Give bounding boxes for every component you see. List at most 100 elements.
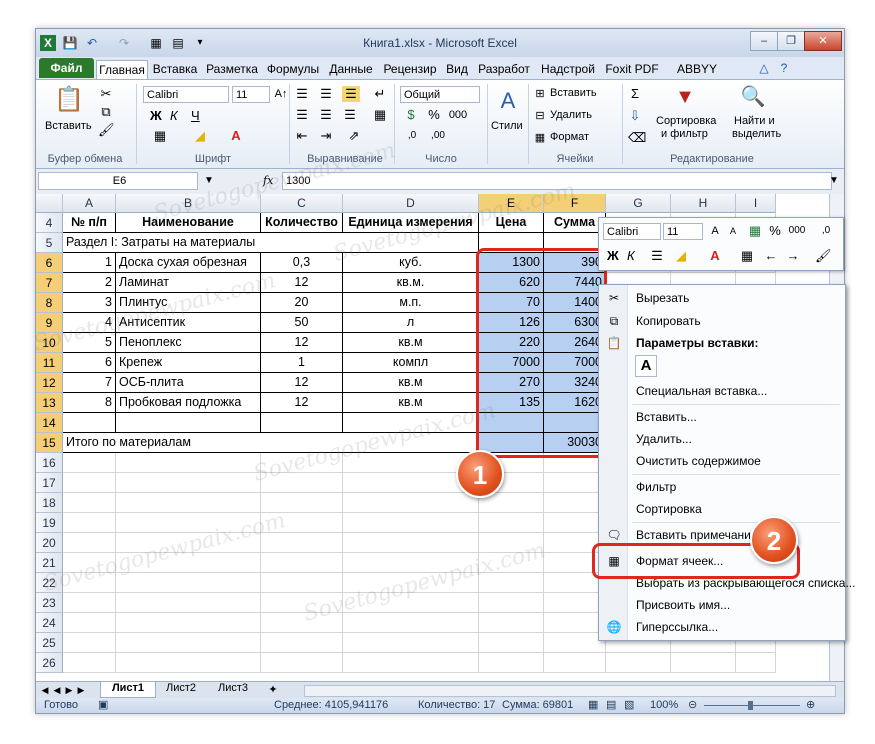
cell-d9[interactable]: л	[343, 313, 479, 333]
cell-b25[interactable]	[116, 633, 261, 653]
orientation-icon[interactable]: ⇗	[346, 128, 362, 144]
cell-a9[interactable]: 4	[63, 313, 116, 333]
row-header[interactable]: 15	[36, 433, 63, 453]
mini-fill-color-icon[interactable]: ◢	[673, 248, 689, 264]
cell-e25[interactable]	[479, 633, 544, 653]
cell-c11[interactable]: 1	[261, 353, 343, 373]
column-header-g[interactable]: G	[606, 194, 671, 213]
tab-insert[interactable]: Вставка	[149, 60, 201, 78]
zoom-out-icon[interactable]: ⊝	[688, 698, 697, 713]
row-header[interactable]: 4	[36, 213, 63, 233]
mini-font-name[interactable]: Calibri	[603, 223, 661, 240]
insert-function-button[interactable]: fx	[263, 174, 273, 187]
delete-cells-button[interactable]: Удалить	[550, 109, 592, 121]
cell-d22[interactable]	[343, 573, 479, 593]
cell-a21[interactable]	[63, 553, 116, 573]
cell-d19[interactable]	[343, 513, 479, 533]
cell-e22[interactable]	[479, 573, 544, 593]
cell-b12[interactable]: ОСБ-плита	[116, 373, 261, 393]
mini-percent-icon[interactable]: %	[767, 223, 783, 239]
cell-a18[interactable]	[63, 493, 116, 513]
autosum-icon[interactable]: Σ	[628, 86, 642, 102]
cell-a7[interactable]: 2	[63, 273, 116, 293]
last-sheet-icon[interactable]: ▶	[76, 682, 86, 698]
row-header[interactable]: 18	[36, 493, 63, 513]
column-header-f[interactable]: F	[544, 194, 606, 213]
column-header-b[interactable]: B	[116, 194, 261, 213]
cell-a15[interactable]: Итого по материалам	[63, 433, 479, 453]
align-right-icon[interactable]: ☰	[342, 107, 358, 123]
insert-cells-button[interactable]: Вставить	[550, 87, 597, 99]
name-box-dropdown-icon[interactable]: ▼	[199, 173, 219, 189]
align-left-icon[interactable]: ☰	[294, 107, 310, 123]
mini-grow-font-icon[interactable]: A	[707, 223, 723, 239]
delete-cells-icon[interactable]: ⊟	[533, 108, 547, 124]
cell-b24[interactable]	[116, 613, 261, 633]
mini-center-icon[interactable]: ☰	[649, 248, 665, 264]
cell-h26[interactable]	[671, 653, 736, 673]
menu-item-cut[interactable]: Вырезать	[636, 290, 689, 306]
row-header[interactable]: 22	[36, 573, 63, 593]
increase-decimal-icon[interactable]: ,0	[402, 128, 422, 144]
cell-c14[interactable]	[261, 413, 343, 433]
find-select-icon[interactable]: 🔍	[740, 84, 766, 110]
decrease-indent-icon[interactable]: ⇤	[294, 128, 310, 144]
cell-c10[interactable]: 12	[261, 333, 343, 353]
tab-view[interactable]: Вид	[443, 60, 471, 78]
row-header[interactable]: 20	[36, 533, 63, 553]
help-icon[interactable]: ?	[776, 60, 792, 76]
cell-a6[interactable]: 1	[63, 253, 116, 273]
cell-b21[interactable]	[116, 553, 261, 573]
mini-comma-icon[interactable]: 000	[785, 223, 809, 239]
align-middle-icon[interactable]: ☰	[318, 86, 334, 102]
cell-b20[interactable]	[116, 533, 261, 553]
tab-formulas[interactable]: Формулы	[263, 60, 323, 78]
cell-a8[interactable]: 3	[63, 293, 116, 313]
cell-d26[interactable]	[343, 653, 479, 673]
prev-sheet-icon[interactable]: ◀	[52, 682, 62, 698]
normal-view-icon[interactable]: ▦	[588, 698, 598, 713]
cell-a4[interactable]: № п/п	[63, 213, 116, 233]
row-header[interactable]: 12	[36, 373, 63, 393]
styles-icon[interactable]: A	[495, 88, 521, 114]
name-box[interactable]: E6	[38, 172, 198, 190]
cell-a11[interactable]: 6	[63, 353, 116, 373]
bold-button[interactable]: Ж	[150, 108, 162, 123]
column-header-i[interactable]: I	[736, 194, 776, 213]
tab-home[interactable]: Главная	[96, 60, 148, 79]
cell-d4[interactable]: Единица измерения	[343, 213, 479, 233]
mini-font-color-icon[interactable]: A	[707, 248, 723, 264]
sort-filter-label-2[interactable]: и фильтр	[661, 128, 708, 140]
row-header[interactable]: 5	[36, 233, 63, 253]
align-top-icon[interactable]: ☰	[294, 86, 310, 102]
select-all-corner[interactable]	[36, 194, 63, 213]
cell-c6[interactable]: 0,3	[261, 253, 343, 273]
row-header[interactable]: 19	[36, 513, 63, 533]
row-header[interactable]: 10	[36, 333, 63, 353]
menu-item-paste-special[interactable]: Специальная вставка...	[636, 383, 767, 399]
cell-c26[interactable]	[261, 653, 343, 673]
font-name-box[interactable]: Calibri	[143, 86, 229, 103]
fill-color-icon[interactable]: ◢	[192, 128, 208, 144]
cell-a19[interactable]	[63, 513, 116, 533]
column-header-c[interactable]: C	[261, 194, 343, 213]
cell-b13[interactable]: Пробковая подложка	[116, 393, 261, 413]
cell-c12[interactable]: 12	[261, 373, 343, 393]
format-painter-icon[interactable]: 🖌	[98, 122, 115, 138]
cell-d12[interactable]: кв.м	[343, 373, 479, 393]
cell-c13[interactable]: 12	[261, 393, 343, 413]
cell-b9[interactable]: Антисептик	[116, 313, 261, 333]
cell-d7[interactable]: кв.м.	[343, 273, 479, 293]
cell-a16[interactable]	[63, 453, 116, 473]
macro-record-icon[interactable]: ▣	[98, 698, 108, 713]
minimize-button[interactable]: –	[750, 31, 778, 51]
column-header-a[interactable]: A	[63, 194, 116, 213]
sort-filter-label-1[interactable]: Сортировка	[656, 115, 716, 127]
cell-e4[interactable]: Цена	[479, 213, 544, 233]
menu-item-clear-contents[interactable]: Очистить содержимое	[636, 453, 761, 469]
menu-item-insert[interactable]: Вставить...	[636, 409, 697, 425]
cell-c18[interactable]	[261, 493, 343, 513]
row-header[interactable]: 11	[36, 353, 63, 373]
cell-b10[interactable]: Пеноплекс	[116, 333, 261, 353]
cell-e23[interactable]	[479, 593, 544, 613]
